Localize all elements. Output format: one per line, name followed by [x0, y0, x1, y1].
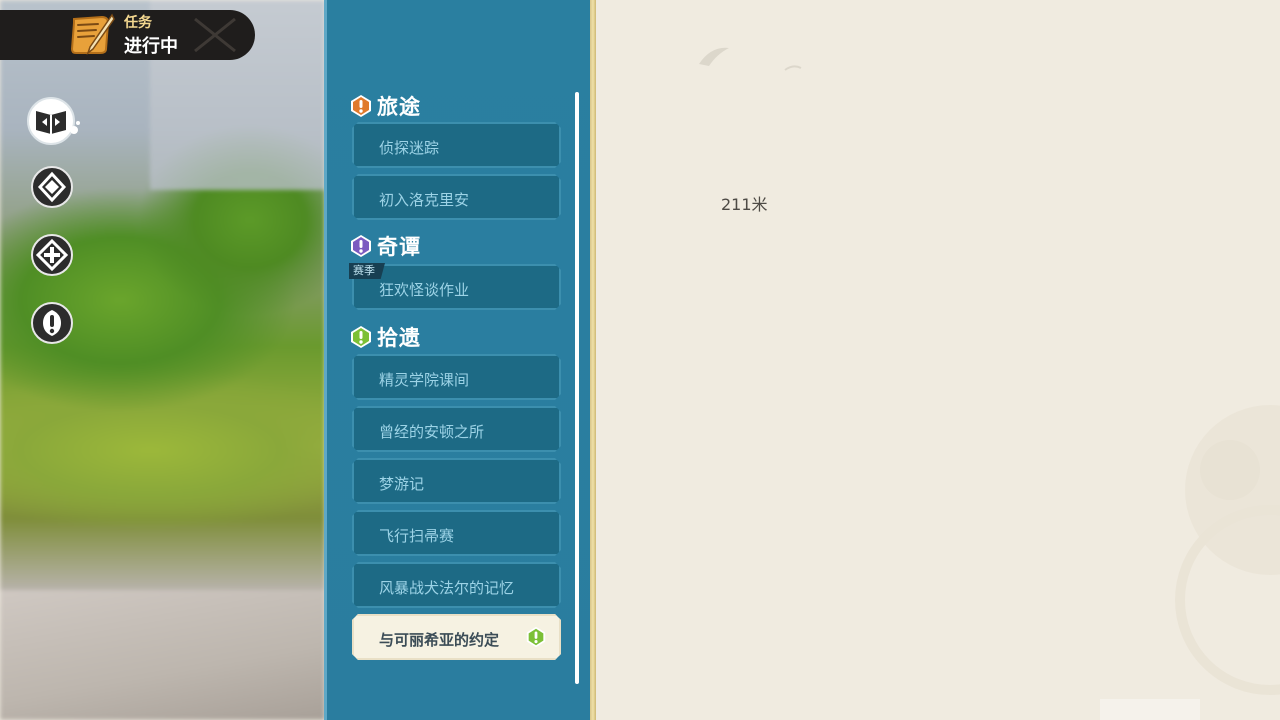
category-journey: 旅途 [349, 91, 421, 121]
background-road [0, 590, 325, 720]
quest-item[interactable]: 风暴战犬法尔的记忆 [352, 562, 561, 608]
quest-label: 与可丽希亚的约定 [379, 631, 500, 649]
journey-book-icon[interactable] [26, 96, 80, 146]
category-title: 旅途 [377, 95, 421, 119]
stray-find-icon[interactable] [31, 234, 73, 276]
quest-label-main: 进行中 [124, 36, 178, 57]
quest-list-scrollbar[interactable] [575, 92, 579, 684]
quest-label: 精灵学院课间 [379, 371, 470, 389]
quest-item-selected[interactable]: 与可丽希亚的约定 [352, 614, 561, 660]
quest-label: 初入洛克里安 [379, 191, 470, 209]
journey-marker-icon [351, 95, 371, 117]
decorative-emblem-icon [1175, 405, 1280, 695]
quest-item[interactable]: 曾经的安顿之所 [352, 406, 561, 452]
watermark-strip [1100, 699, 1200, 720]
quest-item[interactable]: 侦探迷踪 [352, 122, 561, 168]
quest-label: 狂欢怪谈作业 [379, 281, 470, 299]
wonder-tale-icon[interactable] [31, 166, 73, 208]
stray-marker-icon [351, 326, 371, 348]
quest-label: 侦探迷踪 [379, 139, 440, 157]
quest-label: 曾经的安顿之所 [379, 423, 485, 441]
season-tag: 赛季 [349, 263, 385, 279]
category-title: 拾遗 [377, 326, 421, 350]
quest-label: 风暴战犬法尔的记忆 [379, 579, 515, 597]
quest-label-top: 任务 [124, 15, 152, 31]
distance-readout: 211米 [721, 195, 768, 214]
category-title: 奇谭 [377, 235, 421, 259]
quest-item[interactable]: 梦游记 [352, 458, 561, 504]
stray-marker-icon [525, 626, 547, 648]
quest-item[interactable]: 精灵学院课间 [352, 354, 561, 400]
quest-status-pill[interactable]: 任务 进行中 [0, 10, 255, 60]
category-stray: 拾遗 [349, 322, 421, 352]
decorative-bird-icon [699, 47, 802, 71]
quest-item[interactable]: 飞行扫帚赛 [352, 510, 561, 556]
quest-label: 梦游记 [379, 475, 425, 493]
category-wonder: 奇谭 [349, 231, 421, 261]
alert-icon[interactable] [31, 302, 73, 344]
quest-label: 飞行扫帚赛 [379, 527, 455, 545]
decorative-pattern-icon [194, 17, 236, 53]
wonder-marker-icon [351, 235, 371, 257]
scroll-quill-icon [70, 13, 115, 56]
quest-item[interactable]: 初入洛克里安 [352, 174, 561, 220]
quest-item[interactable]: 狂欢怪谈作业 [352, 264, 561, 310]
